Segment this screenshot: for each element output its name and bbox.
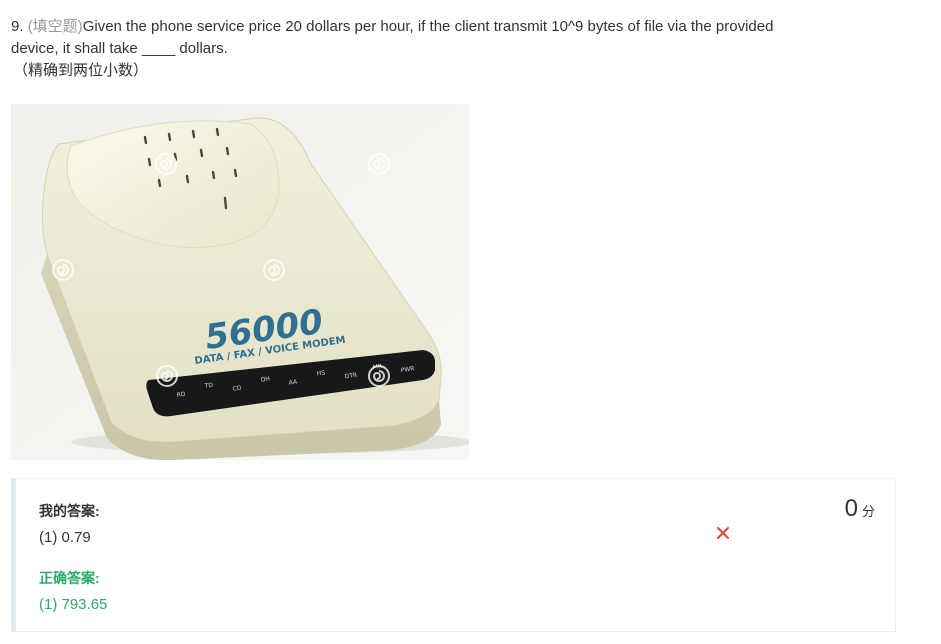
precision-note: （精确到两位小数） — [13, 62, 149, 79]
answer-card: 我的答案: (1) 0.79 0分 正确答案: (1) 793.65 — [11, 478, 896, 632]
panel-label: RD — [176, 391, 186, 399]
panel-label: TD — [203, 382, 214, 390]
question-type-tag: (填空题) — [27, 18, 83, 35]
score-value: 0 — [844, 495, 858, 522]
correct-answer-value: (1) 793.65 — [39, 596, 108, 613]
correct-answer-title: 正确答案: — [39, 570, 100, 586]
panel-label: HS — [316, 369, 325, 377]
question-line-2: device, it shall take ____ dollars. — [11, 40, 228, 57]
question-line-1: Given the phone service price 20 dollars… — [82, 18, 774, 35]
page: 9. (填空题)Given the phone service price 20… — [0, 0, 941, 644]
wrong-x-icon — [717, 527, 729, 539]
score: 0分 — [845, 495, 875, 523]
modem-image: 56000 DATA / FAX / VOICE MODEM RD TD CD OH A… — [11, 104, 469, 460]
question-number: 9. — [11, 18, 28, 35]
panel-label: CD — [232, 385, 242, 393]
score-unit: 分 — [861, 504, 875, 519]
question-text: 9. (填空题)Given the phone service price 20… — [11, 16, 916, 82]
panel-label: OH — [260, 375, 270, 383]
my-answer-title: 我的答案: — [39, 503, 100, 519]
my-answer-value: (1) 0.79 — [39, 529, 91, 546]
